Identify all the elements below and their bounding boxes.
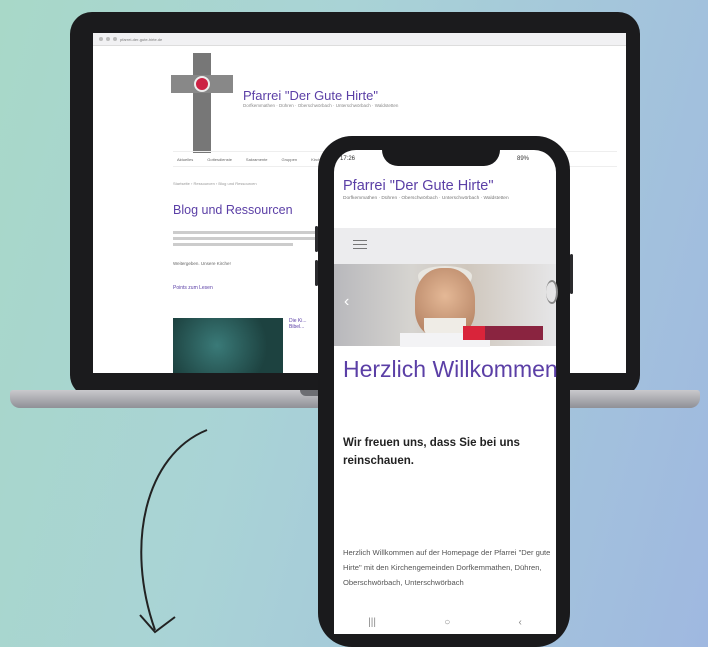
- nav-item[interactable]: Sakramente: [246, 157, 268, 162]
- curved-arrow-icon: [139, 429, 208, 634]
- browser-url-bar[interactable]: pfarrei-der-gute-hirte.de: [93, 33, 626, 46]
- hero-banner-accent: [463, 326, 485, 340]
- site-subtitle: Dorfkemmathen · Dühren · Oberschwörbach …: [243, 103, 399, 108]
- welcome-subheading: Wir freuen uns, dass Sie bei uns reinsch…: [343, 437, 520, 467]
- site-title[interactable]: Pfarrei "Der Gute Hirte": [243, 88, 378, 103]
- page-title: Blog und Ressourcen: [173, 203, 293, 217]
- phone-button: [315, 260, 318, 286]
- url-text: pfarrei-der-gute-hirte.de: [120, 36, 163, 42]
- mobile-site-title[interactable]: Pfarrei "Der Gute Hirte": [343, 178, 494, 194]
- status-time: 17:26: [340, 156, 356, 162]
- mobile-site-subtitle: Dorfkemmathen · Dühren · Oberschwörbach …: [343, 196, 509, 201]
- home-icon[interactable]: ○: [444, 617, 450, 628]
- nav-item[interactable]: Gruppen: [282, 157, 298, 162]
- hamburger-menu-icon[interactable]: [353, 240, 367, 252]
- welcome-heading: Herzlich Willkommen: [343, 356, 558, 382]
- blog-note: Weitergeben. Unsere Kirche!: [173, 261, 231, 266]
- intro-text-block: [173, 231, 323, 249]
- mobile-menu-bar: [334, 228, 556, 264]
- parish-cross-logo: [171, 53, 233, 153]
- android-nav-bar: ||| ○ ‹: [334, 610, 556, 634]
- nav-item[interactable]: Gottesdienste: [207, 157, 232, 162]
- bible-image[interactable]: [173, 318, 283, 373]
- back-icon[interactable]: ‹: [519, 617, 522, 628]
- blog-link[interactable]: Points zum Lesen: [173, 285, 213, 291]
- window-dot-icon: [99, 37, 103, 41]
- status-battery: 89%: [517, 156, 530, 162]
- breadcrumb[interactable]: Startseite › Ressourcen › Blog und Resso…: [173, 181, 257, 186]
- phone-button: [315, 226, 318, 252]
- window-dot-icon: [106, 37, 110, 41]
- window-dot-icon: [113, 37, 117, 41]
- phone-button: [570, 254, 573, 294]
- phone-notch: [382, 136, 500, 166]
- nav-item[interactable]: Aktuelles: [177, 157, 193, 162]
- article-teaser[interactable]: Die Ki... Bibel...: [289, 318, 319, 330]
- slider-next-icon[interactable]: [546, 280, 558, 304]
- welcome-body-text: Herzlich Willkommen auf der Homepage der…: [343, 548, 551, 587]
- recent-apps-icon[interactable]: |||: [368, 617, 376, 628]
- slider-prev-icon[interactable]: ‹: [344, 293, 349, 311]
